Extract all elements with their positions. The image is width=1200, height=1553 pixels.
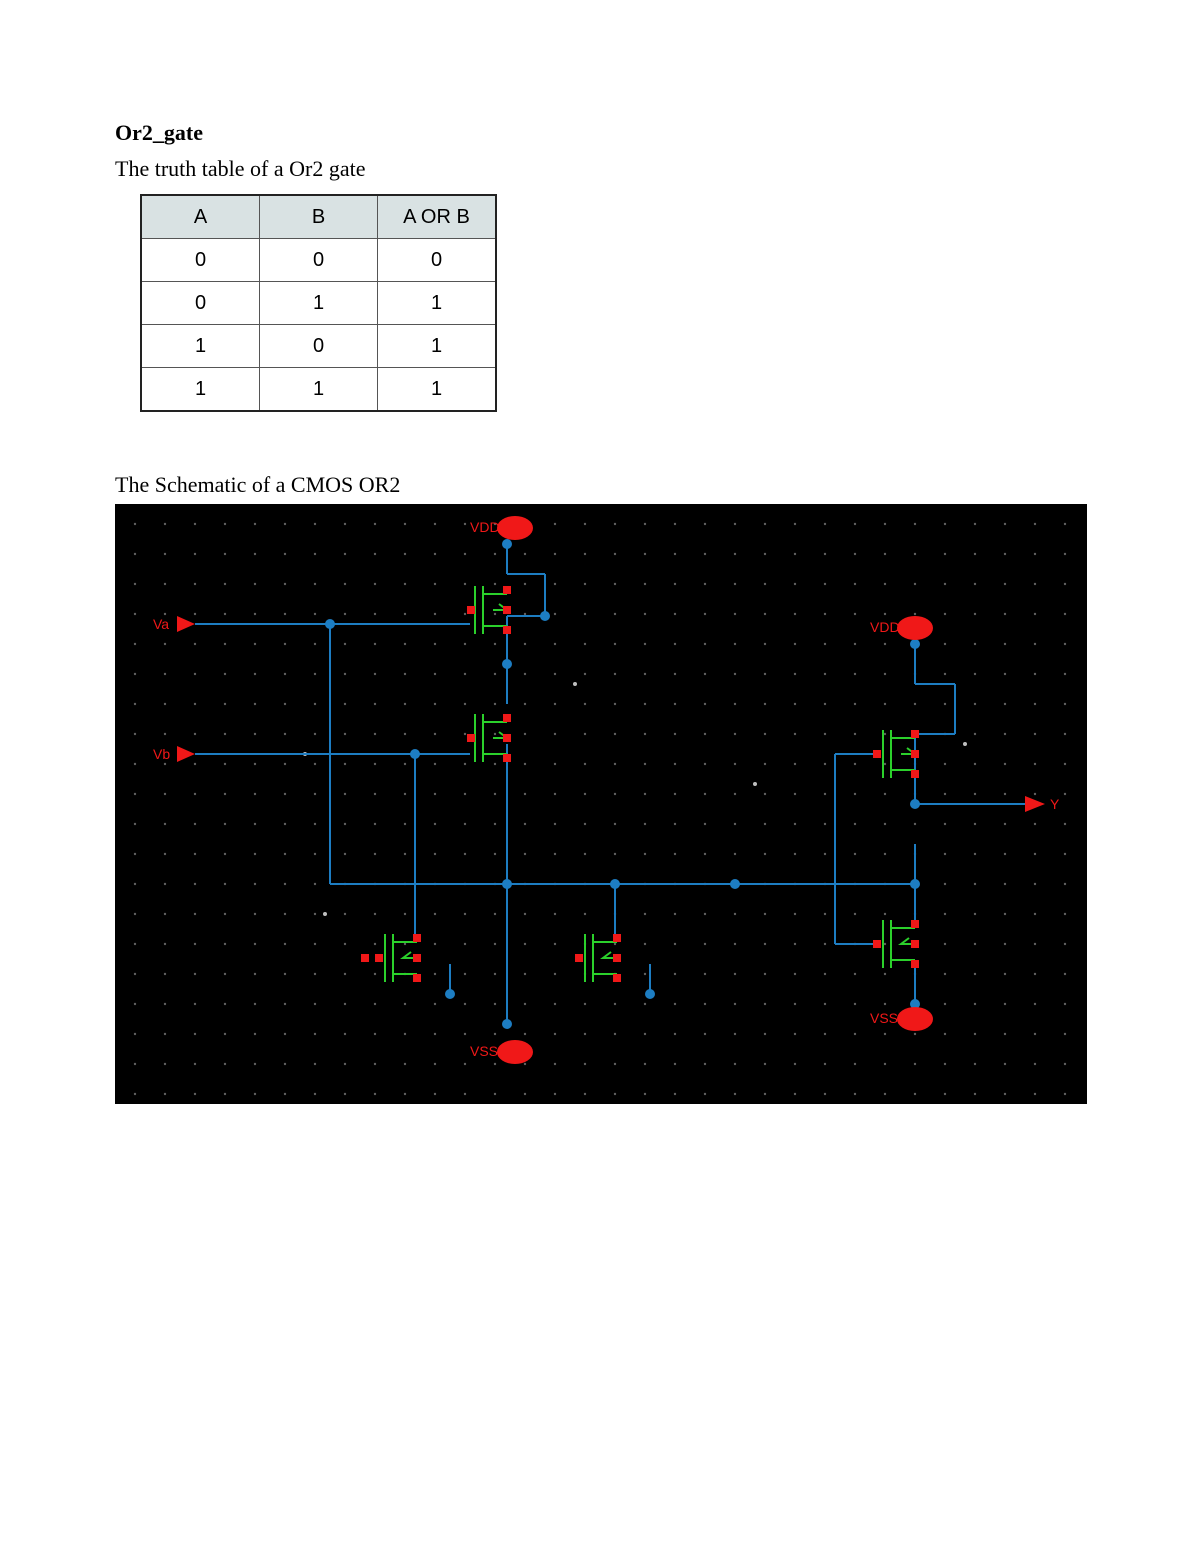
schematic-caption: The Schematic of a CMOS OR2 <box>115 472 1085 498</box>
cell: 0 <box>141 282 260 325</box>
th-A: A <box>141 195 260 239</box>
table-row: 0 0 0 <box>141 239 496 282</box>
vb-label: Vb <box>153 746 170 762</box>
vss2-label: VSS <box>870 1010 898 1026</box>
cell: 1 <box>141 325 260 368</box>
cell: 0 <box>260 239 378 282</box>
heading: Or2_gate <box>115 120 1085 146</box>
cell: 1 <box>378 325 497 368</box>
y-label: Y <box>1050 796 1060 812</box>
table-row: 1 0 1 <box>141 325 496 368</box>
cell: 0 <box>378 239 497 282</box>
th-AorB: A OR B <box>378 195 497 239</box>
cell: 0 <box>141 239 260 282</box>
cmos-schematic: VDD VDD Va Vb Y VSS VSS <box>115 504 1087 1104</box>
cell: 1 <box>378 368 497 412</box>
cell: 0 <box>260 325 378 368</box>
cell: 1 <box>260 368 378 412</box>
vdd1-label: VDD <box>470 519 500 535</box>
table-row: 0 1 1 <box>141 282 496 325</box>
va-label: Va <box>153 616 169 632</box>
truth-table-caption: The truth table of a Or2 gate <box>115 156 1085 182</box>
table-row: 1 1 1 <box>141 368 496 412</box>
truth-table: A B A OR B 0 0 0 0 1 1 1 0 1 1 <box>140 194 497 412</box>
cell: 1 <box>378 282 497 325</box>
cell: 1 <box>141 368 260 412</box>
th-B: B <box>260 195 378 239</box>
vss1-label: VSS <box>470 1043 498 1059</box>
vdd2-label: VDD <box>870 619 900 635</box>
cell: 1 <box>260 282 378 325</box>
